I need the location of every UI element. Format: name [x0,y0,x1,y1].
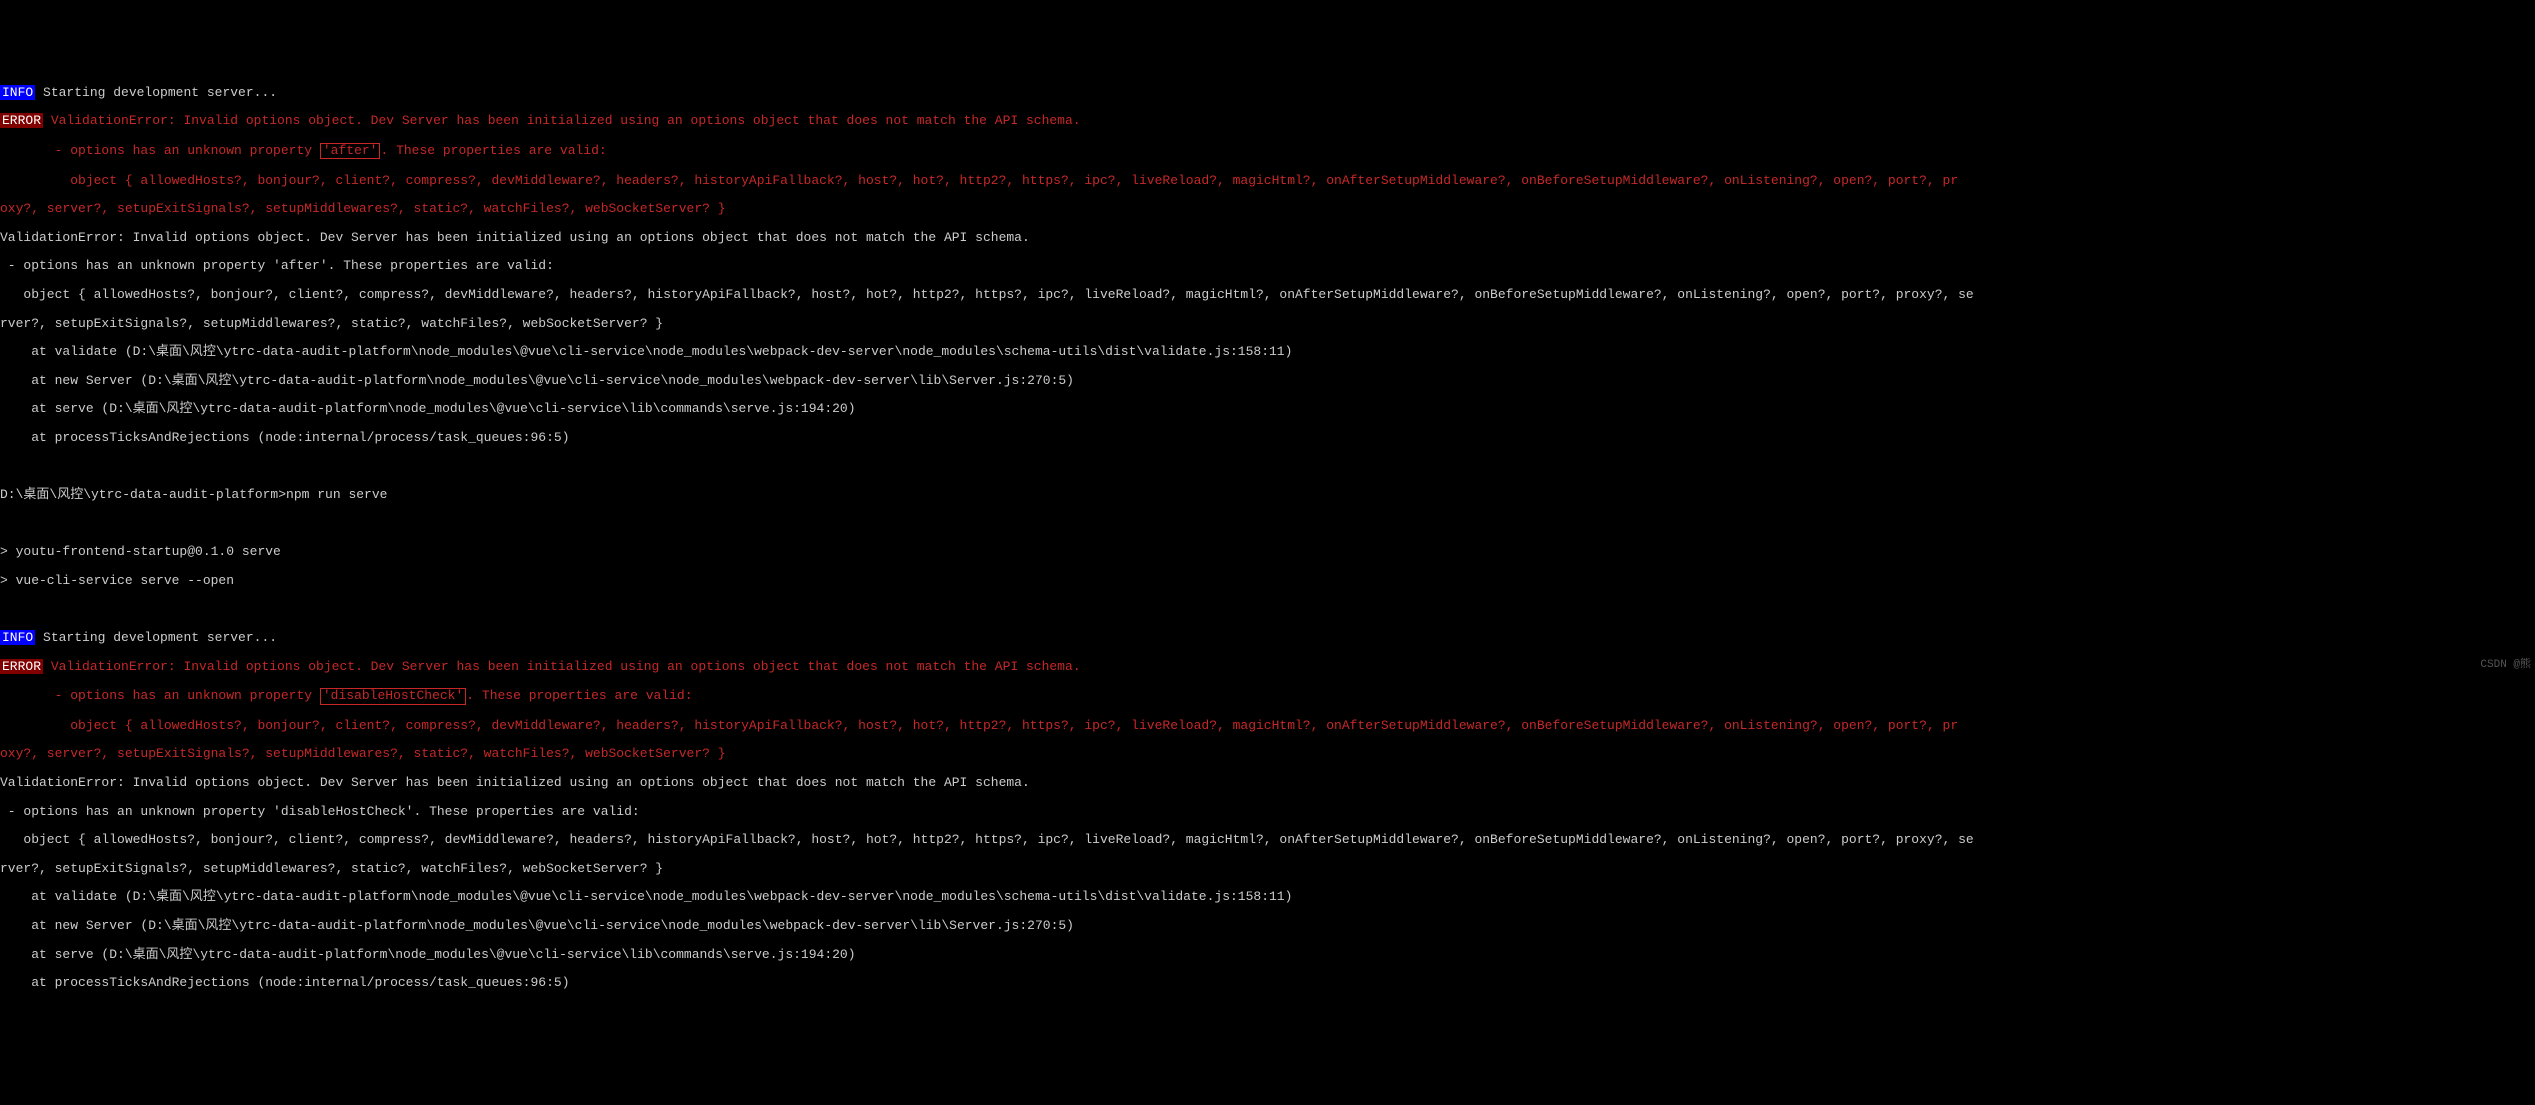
stack-line: ValidationError: Invalid options object.… [0,776,2535,790]
error-badge: ERROR [0,113,43,128]
info-badge: INFO [0,630,35,645]
command-prompt[interactable]: D:\桌面\风控\ytrc-data-audit-platform>npm ru… [0,488,2535,502]
npm-out: > vue-cli-service serve --open [0,574,2535,588]
stack-line: - options has an unknown property 'disab… [0,805,2535,819]
blank-line [0,517,2535,531]
stack-line: at serve (D:\桌面\风控\ytrc-data-audit-platf… [0,948,2535,962]
error-text: ValidationError: Invalid options object.… [43,659,1081,674]
stack-line: - options has an unknown property 'after… [0,259,2535,273]
error-line-4: oxy?, server?, setupExitSignals?, setupM… [0,202,2535,216]
stack-line: at processTicksAndRejections (node:inter… [0,976,2535,990]
stack-line: at new Server (D:\桌面\风控\ytrc-data-audit-… [0,919,2535,933]
blank-line [0,460,2535,474]
highlight-box-after: 'after' [320,143,381,159]
info-line: INFO Starting development server... [0,86,2535,100]
stack-line: rver?, setupExitSignals?, setupMiddlewar… [0,862,2535,876]
error-line-2: - options has an unknown property 'after… [0,143,2535,159]
error-line-4: oxy?, server?, setupExitSignals?, setupM… [0,747,2535,761]
error-line-1: ERROR ValidationError: Invalid options o… [0,114,2535,128]
err2b: . These properties are valid: [380,143,606,158]
watermark: CSDN @熊 [2480,659,2531,671]
error-line-3: object { allowedHosts?, bonjour?, client… [0,719,2535,733]
err2a: - options has an unknown property [0,143,320,158]
error-line-2: - options has an unknown property 'disab… [0,688,2535,704]
stack-line: at serve (D:\桌面\风控\ytrc-data-audit-platf… [0,402,2535,416]
stack-line: object { allowedHosts?, bonjour?, client… [0,288,2535,302]
info-text: Starting development server... [35,630,277,645]
stack-line: ValidationError: Invalid options object.… [0,231,2535,245]
stack-line: at processTicksAndRejections (node:inter… [0,431,2535,445]
blank-line [0,602,2535,616]
info-badge: INFO [0,85,35,100]
npm-out: > youtu-frontend-startup@0.1.0 serve [0,545,2535,559]
stack-line: at validate (D:\桌面\风控\ytrc-data-audit-pl… [0,345,2535,359]
highlight-box-disablehostcheck: 'disableHostCheck' [320,688,466,704]
err2b: . These properties are valid: [466,688,692,703]
error-line-3: object { allowedHosts?, bonjour?, client… [0,174,2535,188]
error-line-1: ERROR ValidationError: Invalid options o… [0,660,2535,674]
terminal-output: INFO Starting development server... ERRO… [0,71,2535,1004]
stack-line: rver?, setupExitSignals?, setupMiddlewar… [0,317,2535,331]
stack-line: at new Server (D:\桌面\风控\ytrc-data-audit-… [0,374,2535,388]
stack-line: at validate (D:\桌面\风控\ytrc-data-audit-pl… [0,890,2535,904]
error-badge: ERROR [0,659,43,674]
info-line: INFO Starting development server... [0,631,2535,645]
err2a: - options has an unknown property [0,688,320,703]
stack-line: object { allowedHosts?, bonjour?, client… [0,833,2535,847]
error-text: ValidationError: Invalid options object.… [43,113,1081,128]
info-text: Starting development server... [35,85,277,100]
